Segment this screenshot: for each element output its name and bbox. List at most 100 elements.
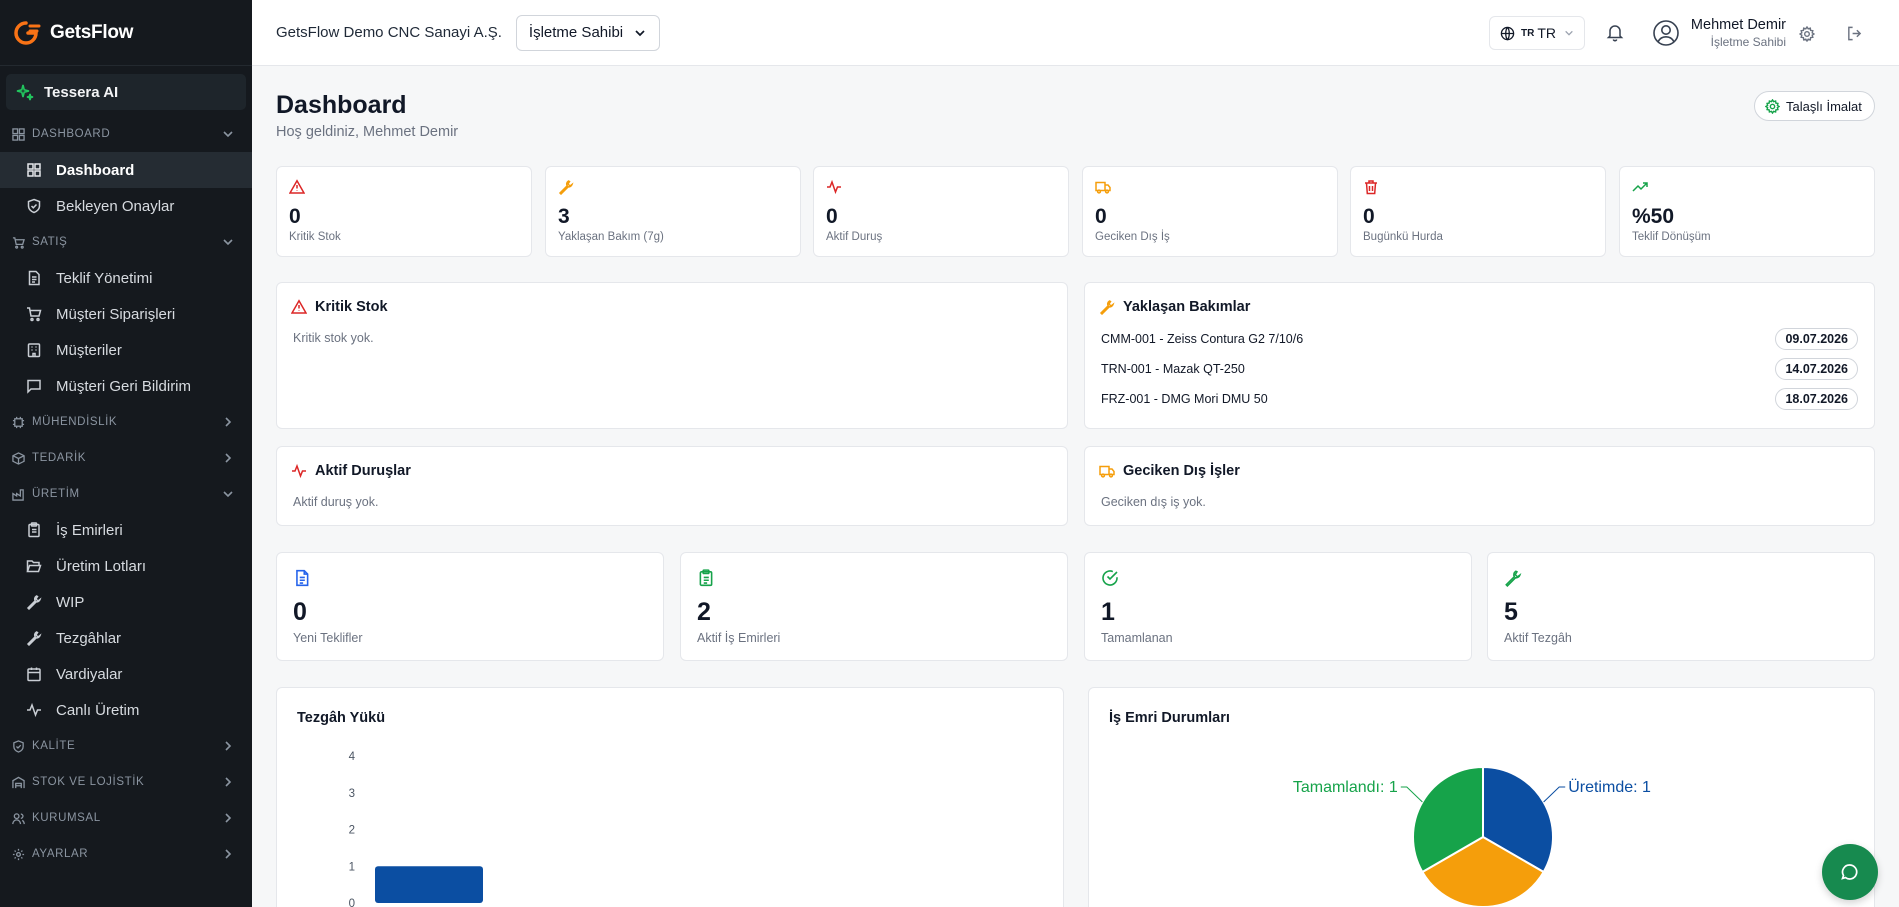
sidebar-section-kalite[interactable]: KALİTE (0, 728, 252, 764)
main-content: Dashboard Hoş geldiniz, Mehmet Demir Tal… (252, 67, 1899, 907)
pie-slice-label: Üretimde: 1 (1568, 778, 1651, 796)
talasli-imalat-label: Talaşlı İmalat (1786, 98, 1862, 114)
maintenance-machine: CMM-001 - Zeiss Contura G2 7/10/6 (1101, 332, 1304, 346)
settings-icon[interactable] (1799, 26, 1815, 42)
wrench-icon (24, 594, 44, 610)
language-select[interactable]: TR TR (1489, 16, 1585, 50)
stat-card-kritik-stok[interactable]: 0 Kritik Stok (276, 166, 532, 257)
sidebar-section-muhendislik[interactable]: MÜHENDİSLİK (0, 404, 252, 440)
logout-icon[interactable] (1846, 25, 1863, 42)
package-icon (12, 451, 25, 465)
company-name: GetsFlow Demo CNC Sanayi A.Ş. (276, 24, 502, 41)
chevron-right-icon (222, 848, 234, 860)
sidebar-section-label: DASHBOARD (32, 128, 111, 140)
sidebar-item-label: Dashboard (56, 161, 135, 179)
pie-slice-label: Tamamlandı: 1 (1293, 779, 1398, 796)
role-select-value: İşletme Sahibi (528, 24, 624, 41)
stat-card-yeni-teklifler[interactable]: 0 Yeni Teklifler (276, 552, 664, 661)
chevron-down-icon (222, 236, 234, 248)
sidebar-item-musteri-siparisleri[interactable]: Müşteri Siparişleri (0, 296, 252, 332)
clipboard-list-icon (697, 569, 715, 587)
sidebar-item-label: Bekleyen Onaylar (56, 197, 175, 215)
maintenance-row[interactable]: FRZ-001 - DMG Mori DMU 50 18.07.2026 (1101, 388, 1858, 410)
topbar: GetsFlow Demo CNC Sanayi A.Ş. İşletme Sa… (252, 0, 1899, 66)
sidebar-item-uretim-lotlari[interactable]: Üretim Lotları (0, 548, 252, 584)
bar-chart: 0 1 2 3 4 (349, 751, 483, 907)
wrench-icon (1099, 299, 1115, 315)
bar (375, 866, 483, 903)
maintenance-row[interactable]: CMM-001 - Zeiss Contura G2 7/10/6 09.07.… (1101, 328, 1858, 350)
panel-title-text: Kritik Stok (315, 299, 388, 315)
sidebar-item-vardiyalar[interactable]: Vardiyalar (0, 656, 252, 692)
message-circle-icon (1840, 862, 1860, 882)
alert-triangle-icon (289, 179, 305, 195)
sidebar-section-label: TEDARİK (32, 452, 87, 464)
stat-label: Aktif Duruş (826, 231, 883, 243)
sidebar-section-uretim[interactable]: ÜRETİM (0, 476, 252, 512)
sidebar-item-dashboard[interactable]: Dashboard (0, 152, 252, 188)
chevron-down-icon (1564, 28, 1574, 38)
sidebar-item-tezgahlar[interactable]: Tezgâhlar (0, 620, 252, 656)
user-info[interactable]: Mehmet Demir İşletme Sahibi (1684, 17, 1786, 49)
chevron-right-icon (222, 452, 234, 464)
page-title: Dashboard (276, 91, 407, 119)
activity-icon (24, 702, 44, 718)
role-select[interactable]: İşletme Sahibi (515, 14, 661, 51)
sidebar-item-canli-uretim[interactable]: Canlı Üretim (0, 692, 252, 728)
sidebar-item-musteriler[interactable]: Müşteriler (0, 332, 252, 368)
panel-yaklasan-bakimlar: Yaklaşan Bakımlar CMM-001 - Zeiss Contur… (1084, 282, 1875, 429)
stat-label: Aktif Tezgâh (1504, 631, 1572, 645)
stat-card-bugunku-hurda[interactable]: 0 Bugünkü Hurda (1350, 166, 1606, 257)
stat-card-geciken-dis-is[interactable]: 0 Geciken Dış İş (1082, 166, 1338, 257)
activity-icon (826, 179, 842, 195)
sidebar-section-stok-ve-lojistik[interactable]: STOK VE LOJİSTİK (0, 764, 252, 800)
sidebar-item-musteri-geri-bildirim[interactable]: Müşteri Geri Bildirim (0, 368, 252, 404)
stat-card-aktif-durus[interactable]: 0 Aktif Duruş (813, 166, 1069, 257)
sidebar-section-kurumsal[interactable]: KURUMSAL (0, 800, 252, 836)
sparkles-icon (16, 83, 34, 101)
stat-card-yaklasan-bakim[interactable]: 3 Yaklaşan Bakım (7g) (545, 166, 801, 257)
sidebar-item-tessera-ai[interactable]: Tessera AI (6, 74, 246, 110)
chevron-down-icon (633, 26, 647, 40)
panel-title: Kritik Stok (291, 299, 388, 315)
chat-button[interactable] (1822, 844, 1878, 900)
chevron-down-icon (222, 128, 234, 140)
panel-empty-text: Aktif duruş yok. (293, 495, 379, 509)
sidebar-item-bekleyen-onaylar[interactable]: Bekleyen Onaylar (0, 188, 252, 224)
trending-up-icon (1632, 179, 1648, 195)
sidebar-section-ayarlar[interactable]: AYARLAR (0, 836, 252, 872)
truck-icon (1099, 463, 1115, 479)
stat-card-tamamlanan[interactable]: 1 Tamamlanan (1084, 552, 1472, 661)
building-icon (24, 342, 44, 358)
panel-title-text: Geciken Dış İşler (1123, 463, 1240, 479)
sidebar-section-tedarik[interactable]: TEDARİK (0, 440, 252, 476)
stat-label: Geciken Dış İş (1095, 231, 1170, 243)
sidebar-section-label: KALİTE (32, 740, 76, 752)
sidebar-section-dashboard[interactable]: DASHBOARD (0, 116, 252, 152)
sidebar-item-teklif-yonetimi[interactable]: Teklif Yönetimi (0, 260, 252, 296)
sidebar-section-satis[interactable]: SATIŞ (0, 224, 252, 260)
stat-card-aktif-tezgah[interactable]: 5 Aktif Tezgâh (1487, 552, 1875, 661)
globe-icon (1500, 26, 1515, 41)
sidebar-item-label: Müşteri Geri Bildirim (56, 377, 192, 395)
sidebar-item-wip[interactable]: WIP (0, 584, 252, 620)
pie-label-leader (1400, 786, 1423, 803)
talasli-imalat-button[interactable]: Talaşlı İmalat (1754, 91, 1875, 121)
shopping-cart-icon (24, 306, 44, 322)
sidebar-item-is-emirleri[interactable]: İş Emirleri (0, 512, 252, 548)
brand[interactable]: GetsFlow (0, 0, 252, 66)
stat-card-teklif-donusum[interactable]: %50 Teklif Dönüşüm (1619, 166, 1875, 257)
sidebar-item-label: Tessera AI (44, 83, 119, 101)
sidebar-item-label: Üretim Lotları (56, 557, 147, 575)
stat-label: Yaklaşan Bakım (7g) (558, 231, 664, 243)
panel-title: Aktif Duruşlar (291, 463, 411, 479)
message-square-icon (24, 378, 44, 394)
bell-icon[interactable] (1605, 22, 1625, 42)
user-avatar-icon[interactable] (1652, 19, 1680, 47)
stat-card-aktif-is-emirleri[interactable]: 2 Aktif İş Emirleri (680, 552, 1068, 661)
sidebar-section-label: AYARLAR (32, 848, 89, 860)
truck-icon (1095, 179, 1111, 195)
stat-value: 0 (1363, 205, 1375, 228)
page-subtitle: Hoş geldiniz, Mehmet Demir (276, 124, 459, 140)
maintenance-row[interactable]: TRN-001 - Mazak QT-250 14.07.2026 (1101, 358, 1858, 380)
